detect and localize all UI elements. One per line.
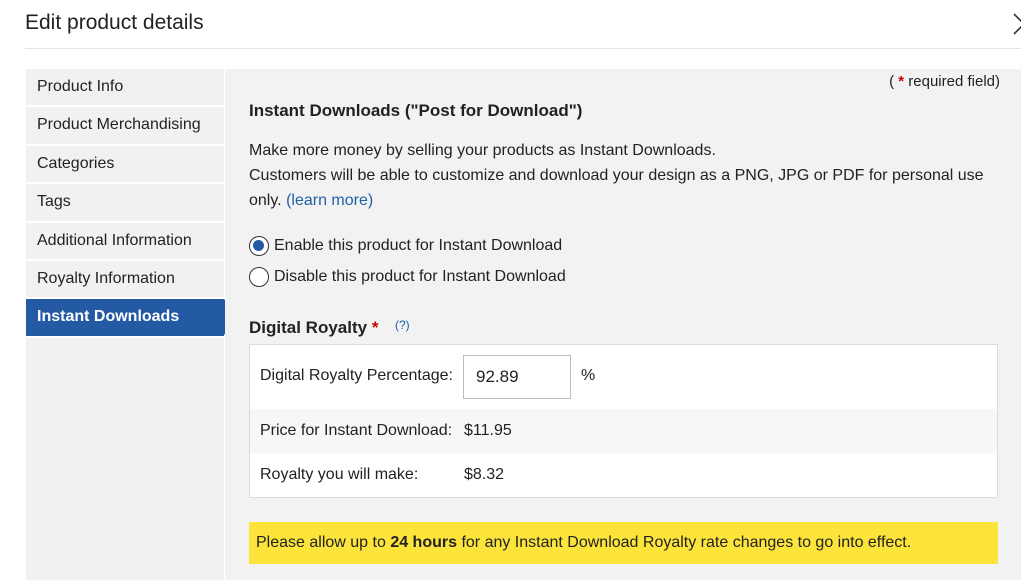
price-label: Price for Instant Download: [260, 422, 453, 439]
digital-royalty-title: Digital Royalty * [249, 318, 378, 338]
disable-download-option[interactable]: Disable this product for Instant Downloa… [249, 267, 566, 287]
main-panel: ( * required field) Instant Downloads ("… [225, 69, 1021, 580]
notice-bold: 24 hours [390, 534, 457, 551]
required-note-open: ( [889, 73, 895, 90]
percentage-label: Digital Royalty Percentage: [260, 367, 453, 384]
learn-more-link[interactable]: (learn more) [286, 192, 373, 209]
sidebar-item-product-merchandising[interactable]: Product Merchandising [26, 107, 224, 146]
dialog-header: Edit product details [0, 0, 1021, 49]
notice-banner: Please allow up to 24 hours for any Inst… [249, 522, 998, 564]
notice-prefix: Please allow up to [256, 534, 391, 551]
required-field-note: ( * required field) [889, 73, 1000, 90]
section-title: Instant Downloads ("Post for Download") [249, 101, 583, 120]
royalty-value: $8.32 [464, 466, 505, 483]
royalty-required-star: * [371, 318, 379, 337]
notice-suffix: for any Instant Download Royalty rate ch… [457, 534, 912, 551]
digital-royalty-title-text: Digital Royalty [249, 318, 368, 337]
dialog-title: Edit product details [25, 11, 204, 34]
royalty-row: Royalty you will make: $8.32 [250, 453, 997, 497]
sidebar-item-additional-information[interactable]: Additional Information [26, 222, 224, 261]
enable-radio-label: Enable this product for Instant Download [274, 237, 563, 254]
close-icon[interactable] [1008, 8, 1021, 38]
enable-radio[interactable] [249, 236, 269, 256]
royalty-label: Royalty you will make: [260, 466, 419, 483]
sidebar-item-instant-downloads[interactable]: Instant Downloads [26, 299, 240, 338]
sidebar-item-categories[interactable]: Categories [26, 145, 224, 185]
required-star: * [898, 73, 905, 90]
sidebar-item-product-info[interactable]: Product Info [26, 69, 224, 108]
price-row: Price for Instant Download: $11.95 [250, 409, 997, 453]
sidebar-item-tags[interactable]: Tags [26, 184, 224, 223]
description: Make more money by selling your products… [249, 138, 989, 213]
percentage-row: Digital Royalty Percentage: % [250, 345, 997, 409]
royalty-percentage-input[interactable] [463, 355, 571, 399]
description-line1: Make more money by selling your products… [249, 142, 716, 159]
royalty-box: Digital Royalty Percentage: % Price for … [249, 344, 998, 498]
sidebar-item-royalty-information[interactable]: Royalty Information [26, 260, 224, 300]
disable-radio[interactable] [249, 267, 269, 287]
header-divider [25, 48, 1021, 49]
percent-sign: % [581, 367, 596, 384]
enable-download-option[interactable]: Enable this product for Instant Download [249, 236, 562, 256]
required-note-text: required field) [908, 73, 1000, 90]
price-value: $11.95 [464, 422, 512, 439]
disable-radio-label: Disable this product for Instant Downloa… [274, 268, 566, 285]
sidebar-nav: Product Info Product Merchandising Categ… [26, 69, 240, 580]
royalty-help-link[interactable]: (?) [395, 318, 410, 332]
